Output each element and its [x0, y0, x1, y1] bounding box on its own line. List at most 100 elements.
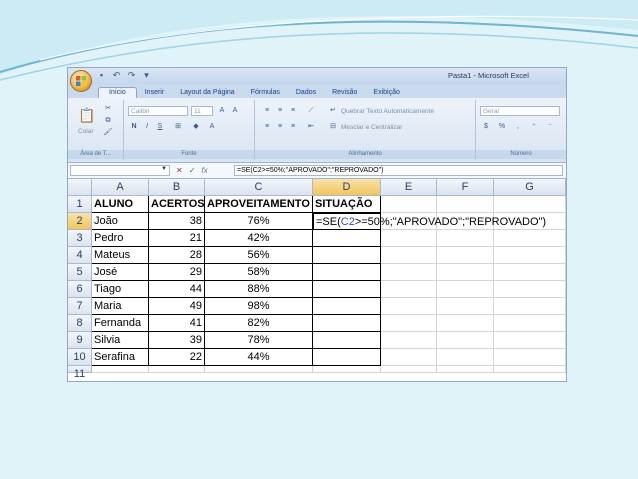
aproveitamento-cell[interactable]: 58%: [205, 264, 313, 281]
cell[interactable]: [437, 230, 494, 247]
cell[interactable]: [381, 349, 437, 366]
acertos-cell[interactable]: 38: [149, 213, 205, 230]
cell[interactable]: [494, 264, 566, 281]
align-right-icon[interactable]: ≡: [287, 122, 299, 132]
grow-font-icon[interactable]: A: [216, 106, 228, 116]
wrap-text-icon[interactable]: ↵: [327, 106, 339, 116]
tab-inicio[interactable]: Início: [98, 87, 137, 98]
aproveitamento-cell[interactable]: 82%: [205, 315, 313, 332]
tab-formulas[interactable]: Fórmulas: [243, 88, 288, 98]
situacao-cell[interactable]: [313, 264, 381, 281]
cell[interactable]: [437, 349, 494, 366]
row-header[interactable]: 1: [68, 196, 92, 213]
chevron-down-icon[interactable]: ▼: [161, 166, 167, 172]
cell[interactable]: [437, 332, 494, 349]
cell[interactable]: [437, 264, 494, 281]
wrap-text-label[interactable]: Quebrar Texto Automaticamente: [341, 108, 434, 115]
table-header-cell[interactable]: SITUAÇÃO: [313, 196, 381, 213]
aluno-cell[interactable]: Silvia: [92, 332, 149, 349]
situacao-cell[interactable]: [313, 332, 381, 349]
cell[interactable]: [92, 366, 149, 373]
office-button[interactable]: [70, 70, 92, 92]
underline-icon[interactable]: S: [154, 122, 166, 132]
cell[interactable]: [149, 366, 205, 373]
acertos-cell[interactable]: 29: [149, 264, 205, 281]
cell[interactable]: [381, 281, 437, 298]
column-header-e[interactable]: E: [381, 179, 437, 196]
row-header[interactable]: 3: [68, 230, 92, 247]
cell[interactable]: [381, 264, 437, 281]
acertos-cell[interactable]: 28: [149, 247, 205, 264]
align-middle-icon[interactable]: ≡: [274, 106, 286, 116]
save-icon[interactable]: ▪: [96, 70, 107, 81]
orientation-icon[interactable]: ⟋: [305, 106, 317, 116]
acertos-cell[interactable]: 49: [149, 298, 205, 315]
aproveitamento-cell[interactable]: 44%: [205, 349, 313, 366]
cell[interactable]: [494, 281, 566, 298]
row-header[interactable]: 10: [68, 349, 92, 366]
format-painter-icon[interactable]: 🖌: [102, 128, 114, 138]
aluno-cell[interactable]: Serafina: [92, 349, 149, 366]
table-header-cell[interactable]: APROVEITAMENTO: [205, 196, 313, 213]
row-header[interactable]: 2: [68, 213, 92, 230]
cell[interactable]: [313, 366, 381, 373]
cell[interactable]: [381, 366, 437, 373]
situacao-cell[interactable]: [313, 349, 381, 366]
formula-input[interactable]: =SE(C2>=50%;"APROVADO";"REPROVADO"): [234, 165, 563, 176]
aproveitamento-cell[interactable]: 88%: [205, 281, 313, 298]
name-box[interactable]: ▼: [70, 165, 170, 176]
increase-decimal-icon[interactable]: ⁺: [528, 122, 540, 132]
table-header-cell[interactable]: ALUNO: [92, 196, 149, 213]
cell[interactable]: [494, 247, 566, 264]
cell[interactable]: [494, 298, 566, 315]
aproveitamento-cell[interactable]: 42%: [205, 230, 313, 247]
paste-label[interactable]: Colar: [78, 128, 94, 135]
cell[interactable]: [437, 247, 494, 264]
situacao-cell[interactable]: [313, 298, 381, 315]
cell[interactable]: [381, 196, 437, 213]
paste-icon[interactable]: 📋: [78, 106, 96, 124]
fill-color-icon[interactable]: ◆: [190, 122, 202, 132]
column-header-g[interactable]: G: [494, 179, 566, 196]
cell[interactable]: [437, 196, 494, 213]
cell[interactable]: [381, 332, 437, 349]
row-header[interactable]: 8: [68, 315, 92, 332]
tab-revisao[interactable]: Revisão: [324, 88, 365, 98]
column-header-a[interactable]: A: [92, 179, 149, 196]
aluno-cell[interactable]: João: [92, 213, 149, 230]
acertos-cell[interactable]: 39: [149, 332, 205, 349]
aproveitamento-cell[interactable]: 76%: [205, 213, 313, 230]
cell[interactable]: [437, 298, 494, 315]
merge-center-label[interactable]: Mesclar e Centralizar: [341, 124, 402, 131]
row-header[interactable]: 4: [68, 247, 92, 264]
aluno-cell[interactable]: Fernanda: [92, 315, 149, 332]
row-header[interactable]: 11: [68, 366, 92, 380]
column-header-d[interactable]: D: [313, 179, 381, 196]
cell[interactable]: [494, 366, 566, 373]
align-center-icon[interactable]: ≡: [274, 122, 286, 132]
row-header[interactable]: 9: [68, 332, 92, 349]
aluno-cell[interactable]: Mateus: [92, 247, 149, 264]
cell[interactable]: [205, 366, 313, 373]
column-header-f[interactable]: F: [437, 179, 494, 196]
cancel-icon[interactable]: ✕: [176, 165, 183, 176]
tab-inserir[interactable]: Inserir: [137, 88, 172, 98]
customize-qat-icon[interactable]: ▾: [141, 70, 152, 81]
number-format-select[interactable]: Geral: [480, 106, 560, 116]
aluno-cell[interactable]: José: [92, 264, 149, 281]
cell[interactable]: [381, 298, 437, 315]
cell[interactable]: [494, 349, 566, 366]
tab-exibicao[interactable]: Exibição: [365, 88, 407, 98]
font-color-icon[interactable]: A: [206, 122, 218, 132]
redo-icon[interactable]: ↷: [126, 70, 137, 81]
align-top-icon[interactable]: ≡: [261, 106, 273, 116]
cell[interactable]: [381, 315, 437, 332]
shrink-font-icon[interactable]: A: [229, 106, 241, 116]
acertos-cell[interactable]: 22: [149, 349, 205, 366]
cell[interactable]: [437, 366, 494, 373]
cell[interactable]: [494, 332, 566, 349]
row-header[interactable]: 6: [68, 281, 92, 298]
situacao-cell[interactable]: [313, 230, 381, 247]
aproveitamento-cell[interactable]: 56%: [205, 247, 313, 264]
situacao-cell[interactable]: [313, 315, 381, 332]
